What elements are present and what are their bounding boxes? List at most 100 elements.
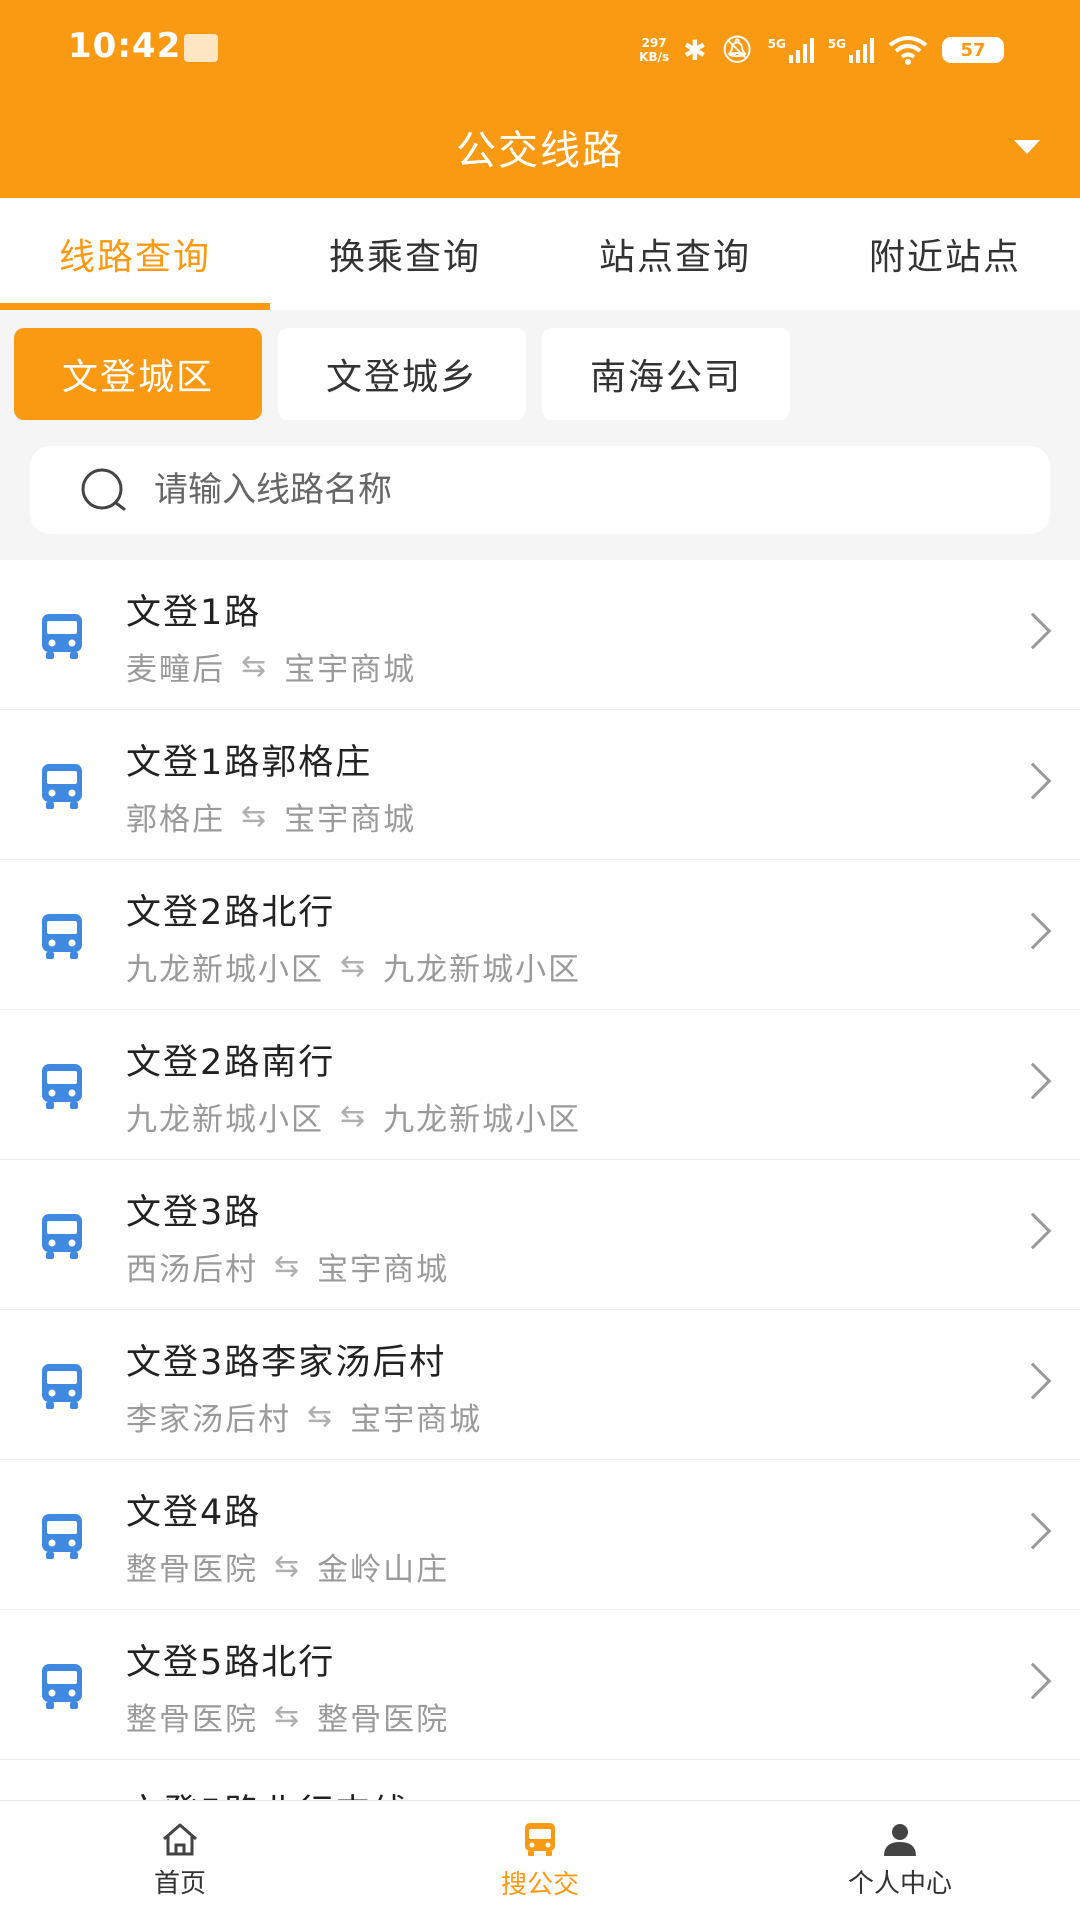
bluetooth-icon: ✱ (683, 33, 707, 67)
route-stops: 麦疃后 ⇆ 宝宇商城 (126, 644, 416, 689)
chevron-right-icon (1014, 1662, 1052, 1700)
route-destination: 九龙新城小区 (383, 952, 582, 988)
route-name: 文登3路 (126, 1193, 262, 1233)
route-origin: 李家汤后村 (126, 1402, 291, 1438)
nav-home-label: 首页 (153, 1869, 206, 1899)
route-origin: 麦疃后 (126, 652, 225, 688)
route-stops: 九龙新城小区 ⇆ 九龙新城小区 (126, 1094, 581, 1139)
bottom-nav: 首页 搜公交 个人中心 (0, 1800, 1080, 1920)
route-name: 文登5路北行支线 (126, 1784, 409, 1800)
swap-icon: ⇆ (307, 1399, 335, 1434)
bus-icon (42, 1664, 82, 1709)
notification-icon (184, 34, 218, 62)
route-name: 文登3路李家汤后村 (126, 1343, 447, 1383)
route-origin: 九龙新城小区 (126, 952, 324, 988)
chevron-right-icon (1014, 612, 1052, 650)
signal-icon-2: 5G (828, 37, 874, 63)
nav-search-bus-label: 搜公交 (500, 1870, 579, 1900)
route-row[interactable]: 文登2路南行九龙新城小区 ⇆ 九龙新城小区 (0, 1010, 1080, 1160)
search-box[interactable] (30, 446, 1050, 534)
bus-icon (42, 614, 82, 659)
bus-icon (42, 1214, 82, 1259)
query-tabs: 线路查询 换乘查询 站点查询 附近站点 (0, 198, 1080, 310)
route-row[interactable]: 文登1路郭格庄 郭格庄 ⇆ 宝宇商城 (0, 710, 1080, 860)
speed-unit: KB/s (639, 50, 670, 64)
chevron-right-icon (1014, 1362, 1052, 1400)
chevron-right-icon (1014, 1062, 1052, 1100)
chip-nanhai-company[interactable]: 南海公司 (542, 328, 790, 420)
region-filter: 文登城区 文登城乡 南海公司 (14, 328, 790, 420)
swap-icon: ⇆ (340, 949, 368, 984)
route-origin: 整骨医院 (126, 1552, 258, 1588)
route-stops: 李家汤后村 ⇆ 宝宇商城 (126, 1394, 482, 1439)
route-row[interactable]: 文登3路西汤后村 ⇆ 宝宇商城 (0, 1160, 1080, 1310)
route-origin: 九龙新城小区 (126, 1102, 324, 1138)
route-row[interactable]: 文登5路北行支线 (0, 1760, 1080, 1800)
network-speed: 297 KB/s (639, 36, 669, 64)
route-destination: 宝宇商城 (284, 802, 417, 838)
status-time: 10:42 (68, 26, 182, 66)
chevron-right-icon (1014, 1512, 1052, 1550)
swap-icon: ⇆ (241, 649, 269, 684)
route-stops: 西汤后村 ⇆ 宝宇商城 (126, 1244, 449, 1289)
route-origin: 郭格庄 (126, 802, 225, 838)
tab-transfer-query[interactable]: 换乘查询 (270, 198, 540, 310)
home-icon (163, 1823, 197, 1856)
person-icon (884, 1824, 916, 1856)
tab-route-query[interactable]: 线路查询 (0, 198, 270, 310)
route-row[interactable]: 文登4路 整骨医院 ⇆ 金岭山庄 (0, 1460, 1080, 1610)
tab-stop-query[interactable]: 站点查询 (540, 198, 810, 310)
chip-wendeng-urban[interactable]: 文登城区 (14, 328, 262, 420)
status-icons: 297 KB/s ✱ 🔕︎ 5G 5G 57 (639, 30, 1004, 70)
status-bar: 10:42 297 KB/s ✱ 🔕︎ 5G 5G 57 (0, 0, 1080, 96)
tab-nearby-stops[interactable]: 附近站点 (810, 198, 1080, 310)
swap-icon: ⇆ (241, 799, 269, 834)
route-name: 文登1路 (126, 593, 262, 633)
route-row[interactable]: 文登3路李家汤后村李家汤后村 ⇆ 宝宇商城 (0, 1310, 1080, 1460)
chip-wendeng-rural[interactable]: 文登城乡 (278, 328, 526, 420)
nav-profile[interactable]: 个人中心 (720, 1801, 1080, 1920)
route-stops: 郭格庄 ⇆ 宝宇商城 (126, 794, 416, 839)
route-destination: 整骨医院 (317, 1702, 450, 1738)
route-origin: 西汤后村 (126, 1252, 258, 1288)
signal-icon-1: 5G (768, 37, 814, 63)
battery-indicator: 57 (942, 37, 1004, 63)
route-stops: 九龙新城小区 ⇆ 九龙新城小区 (126, 944, 581, 989)
nav-home[interactable]: 首页 (0, 1801, 360, 1920)
route-row[interactable]: 文登1路麦疃后 ⇆ 宝宇商城 (0, 560, 1080, 710)
route-destination: 宝宇商城 (284, 652, 417, 688)
speed-value: 297 (641, 36, 667, 50)
network-type-1: 5G (767, 37, 786, 51)
bus-icon (42, 1364, 82, 1409)
wifi-icon (888, 36, 928, 65)
bus-icon (525, 1823, 555, 1856)
dropdown-arrow-icon[interactable] (1014, 140, 1040, 154)
bus-icon (42, 1064, 82, 1109)
route-name: 文登2路南行 (126, 1043, 336, 1083)
route-row[interactable]: 文登5路北行 整骨医院 ⇆ 整骨医院 (0, 1610, 1080, 1760)
route-name: 文登4路 (126, 1493, 262, 1533)
route-destination: 九龙新城小区 (383, 1102, 582, 1138)
swap-icon: ⇆ (340, 1099, 368, 1134)
swap-icon: ⇆ (274, 1549, 302, 1584)
page-title: 公交线路 (456, 128, 624, 174)
bus-icon (42, 914, 82, 959)
route-stops: 整骨医院 ⇆ 金岭山庄 (126, 1544, 449, 1589)
nav-search-bus[interactable]: 搜公交 (360, 1801, 720, 1920)
title-bar: 公交线路 (0, 96, 1080, 198)
bus-icon (42, 764, 82, 809)
route-name: 文登2路北行 (126, 893, 336, 933)
search-icon (81, 468, 126, 511)
route-list: 文登1路麦疃后 ⇆ 宝宇商城 文登1路郭格庄 郭格庄 ⇆ 宝宇商城文登2路北行九龙新城小区 ⇆… (0, 560, 1080, 1800)
search-input[interactable] (154, 470, 954, 510)
header: 10:42 297 KB/s ✱ 🔕︎ 5G 5G 57 公交线路 (0, 0, 1080, 198)
route-destination: 宝宇商城 (317, 1252, 450, 1288)
route-origin: 整骨医院 (126, 1702, 258, 1738)
mute-icon: 🔕︎ (720, 35, 754, 65)
network-type-2: 5G (827, 37, 846, 51)
route-stops: 整骨医院 ⇆ 整骨医院 (126, 1694, 449, 1739)
bus-icon (42, 1514, 82, 1559)
route-row[interactable]: 文登2路北行九龙新城小区 ⇆ 九龙新城小区 (0, 860, 1080, 1010)
chevron-right-icon (1014, 762, 1052, 800)
route-destination: 宝宇商城 (350, 1402, 483, 1438)
